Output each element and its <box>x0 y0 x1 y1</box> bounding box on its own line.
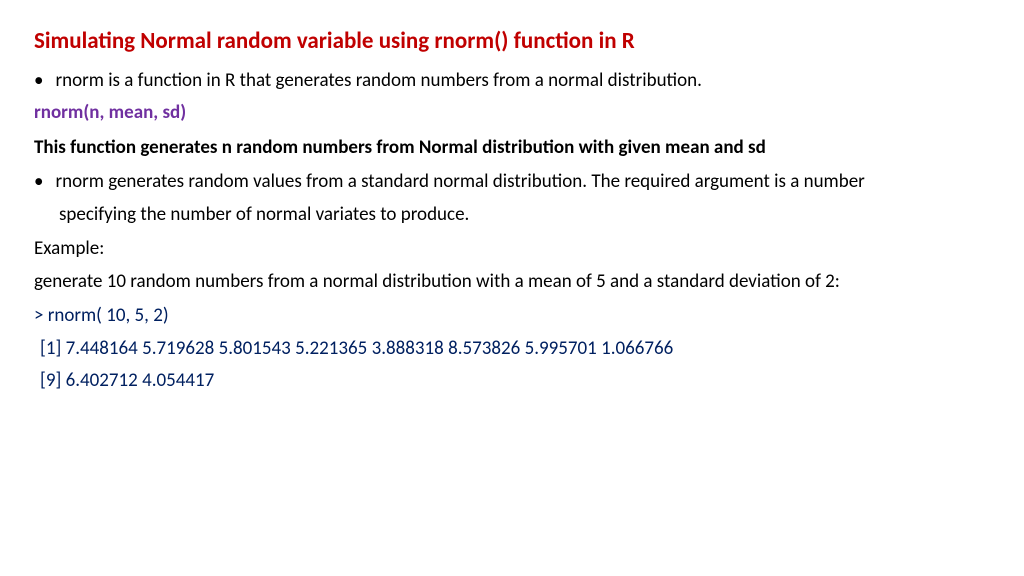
code-output-2: [9] 6.402712 4.054417 <box>34 367 990 396</box>
code-input: > rnorm( 10, 5, 2) <box>34 302 990 331</box>
example-label: Example: <box>34 235 990 264</box>
code-output-1: [1] 7.448164 5.719628 5.801543 5.221365 … <box>34 335 990 364</box>
bullet-text-2b: specifying the number of normal variates… <box>34 201 990 230</box>
function-description: This function generates n random numbers… <box>34 134 990 163</box>
bullet-text-1: rnorm is a function in R that generates … <box>55 67 990 96</box>
function-syntax: rnorm(n, mean, sd) <box>34 99 990 128</box>
bullet-text-2a: rnorm generates random values from a sta… <box>55 168 990 197</box>
bullet-item-2: • rnorm generates random values from a s… <box>34 168 990 197</box>
slide-title: Simulating Normal random variable using … <box>34 24 990 59</box>
bullet-icon: • <box>34 168 43 197</box>
example-description: generate 10 random numbers from a normal… <box>34 268 990 297</box>
bullet-icon: • <box>34 67 43 96</box>
bullet-item-1: • rnorm is a function in R that generate… <box>34 67 990 96</box>
